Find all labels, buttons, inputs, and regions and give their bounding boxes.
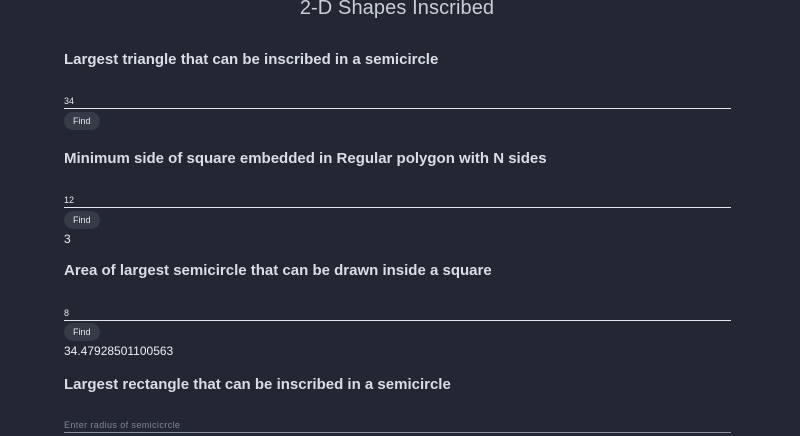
result-text: 34.47928501100563 <box>64 344 174 358</box>
square-side-input[interactable] <box>64 305 731 321</box>
result-text: 3 <box>64 232 71 246</box>
triangle-radius-input[interactable] <box>64 93 731 109</box>
section-largest-triangle: Largest triangle that can be inscribed i… <box>64 50 731 130</box>
polygon-sides-input[interactable] <box>64 192 731 208</box>
polygon-input-field <box>64 190 731 208</box>
find-button[interactable]: Find <box>64 323 100 341</box>
section-title: Area of largest semicircle that can be d… <box>64 262 492 279</box>
find-button[interactable]: Find <box>64 211 100 229</box>
section-title: Largest triangle that can be inscribed i… <box>64 51 439 68</box>
find-button[interactable]: Find <box>64 112 100 130</box>
section-title: Minimum side of square embedded in Regul… <box>64 150 547 167</box>
section-title: Largest rectangle that can be inscribed … <box>64 376 451 393</box>
semicircle-radius-input[interactable] <box>64 417 731 433</box>
section-rectangle-in-semicircle: Largest rectangle that can be inscribed … <box>64 375 731 433</box>
section-semicircle-in-square: Area of largest semicircle that can be d… <box>64 261 731 358</box>
page-title: 2-D Shapes Inscribed <box>299 0 495 19</box>
square-input-field <box>64 303 731 321</box>
rectangle-input-field <box>64 415 731 433</box>
section-square-in-polygon: Minimum side of square embedded in Regul… <box>64 149 731 246</box>
triangle-input-field <box>64 91 731 109</box>
